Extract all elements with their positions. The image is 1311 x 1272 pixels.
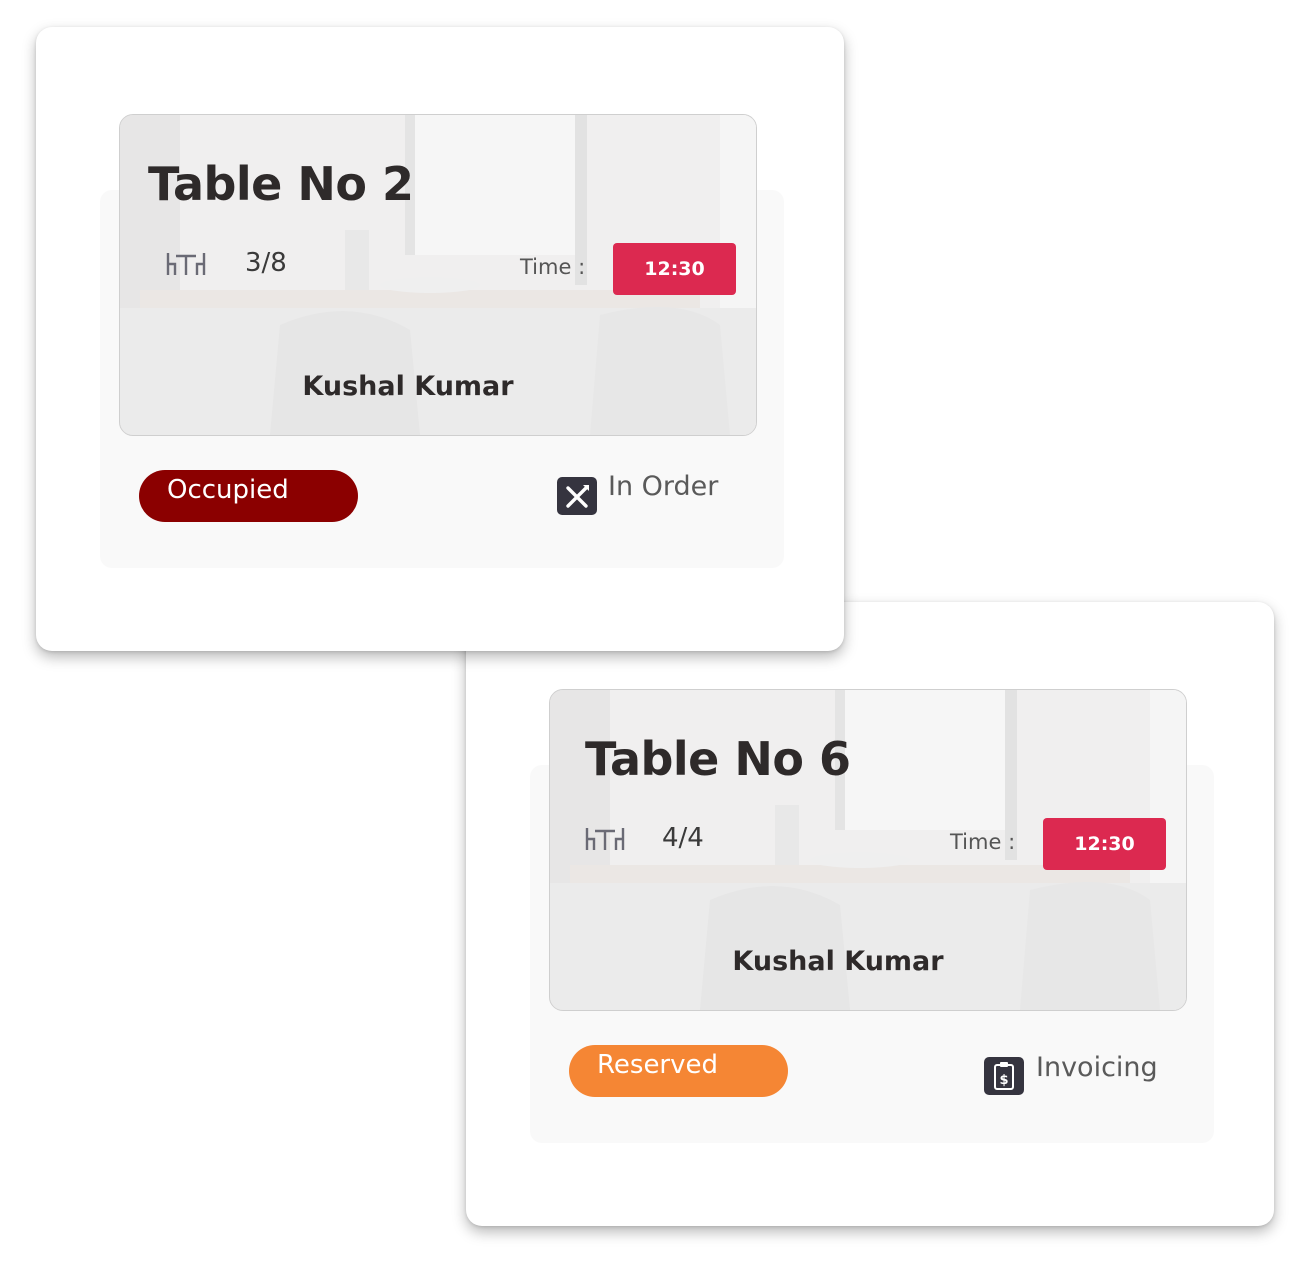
table-photo-box: Table No 6 4/4 Time : 12:30 Kushal Kumar (549, 689, 1187, 1011)
customer-name: Kushal Kumar (302, 371, 514, 402)
seat-count: 4/4 (662, 823, 704, 853)
time-label: Time : (520, 255, 586, 279)
dining-table-icon (585, 828, 625, 850)
time-badge: 12:30 (613, 243, 736, 295)
time-label: Time : (950, 830, 1016, 854)
order-status-label: In Order (608, 471, 719, 502)
table-title: Table No 2 (148, 157, 414, 211)
customer-name: Kushal Kumar (732, 946, 944, 977)
table-title: Table No 6 (585, 732, 851, 786)
time-badge: 12:30 (1043, 818, 1166, 870)
order-status-label: Invoicing (1036, 1052, 1158, 1083)
table-card[interactable]: Table No 6 4/4 Time : 12:30 Kushal Kumar… (466, 602, 1274, 1226)
table-photo-box: Table No 2 3/8 Time : 12:30 Kushal Kumar (119, 114, 757, 436)
table-card[interactable]: Table No 2 3/8 Time : 12:30 Kushal Kumar… (36, 27, 844, 651)
dining-table-icon (166, 253, 206, 275)
status-badge[interactable]: Occupied (139, 470, 358, 522)
fork-knife-icon (557, 477, 597, 515)
svg-text:$: $ (999, 1073, 1008, 1088)
invoice-icon: $ (984, 1057, 1024, 1095)
seat-count: 3/8 (245, 248, 287, 278)
status-badge[interactable]: Reserved (569, 1045, 788, 1097)
stage: Table No 2 3/8 Time : 12:30 Kushal Kumar… (0, 0, 1311, 1272)
